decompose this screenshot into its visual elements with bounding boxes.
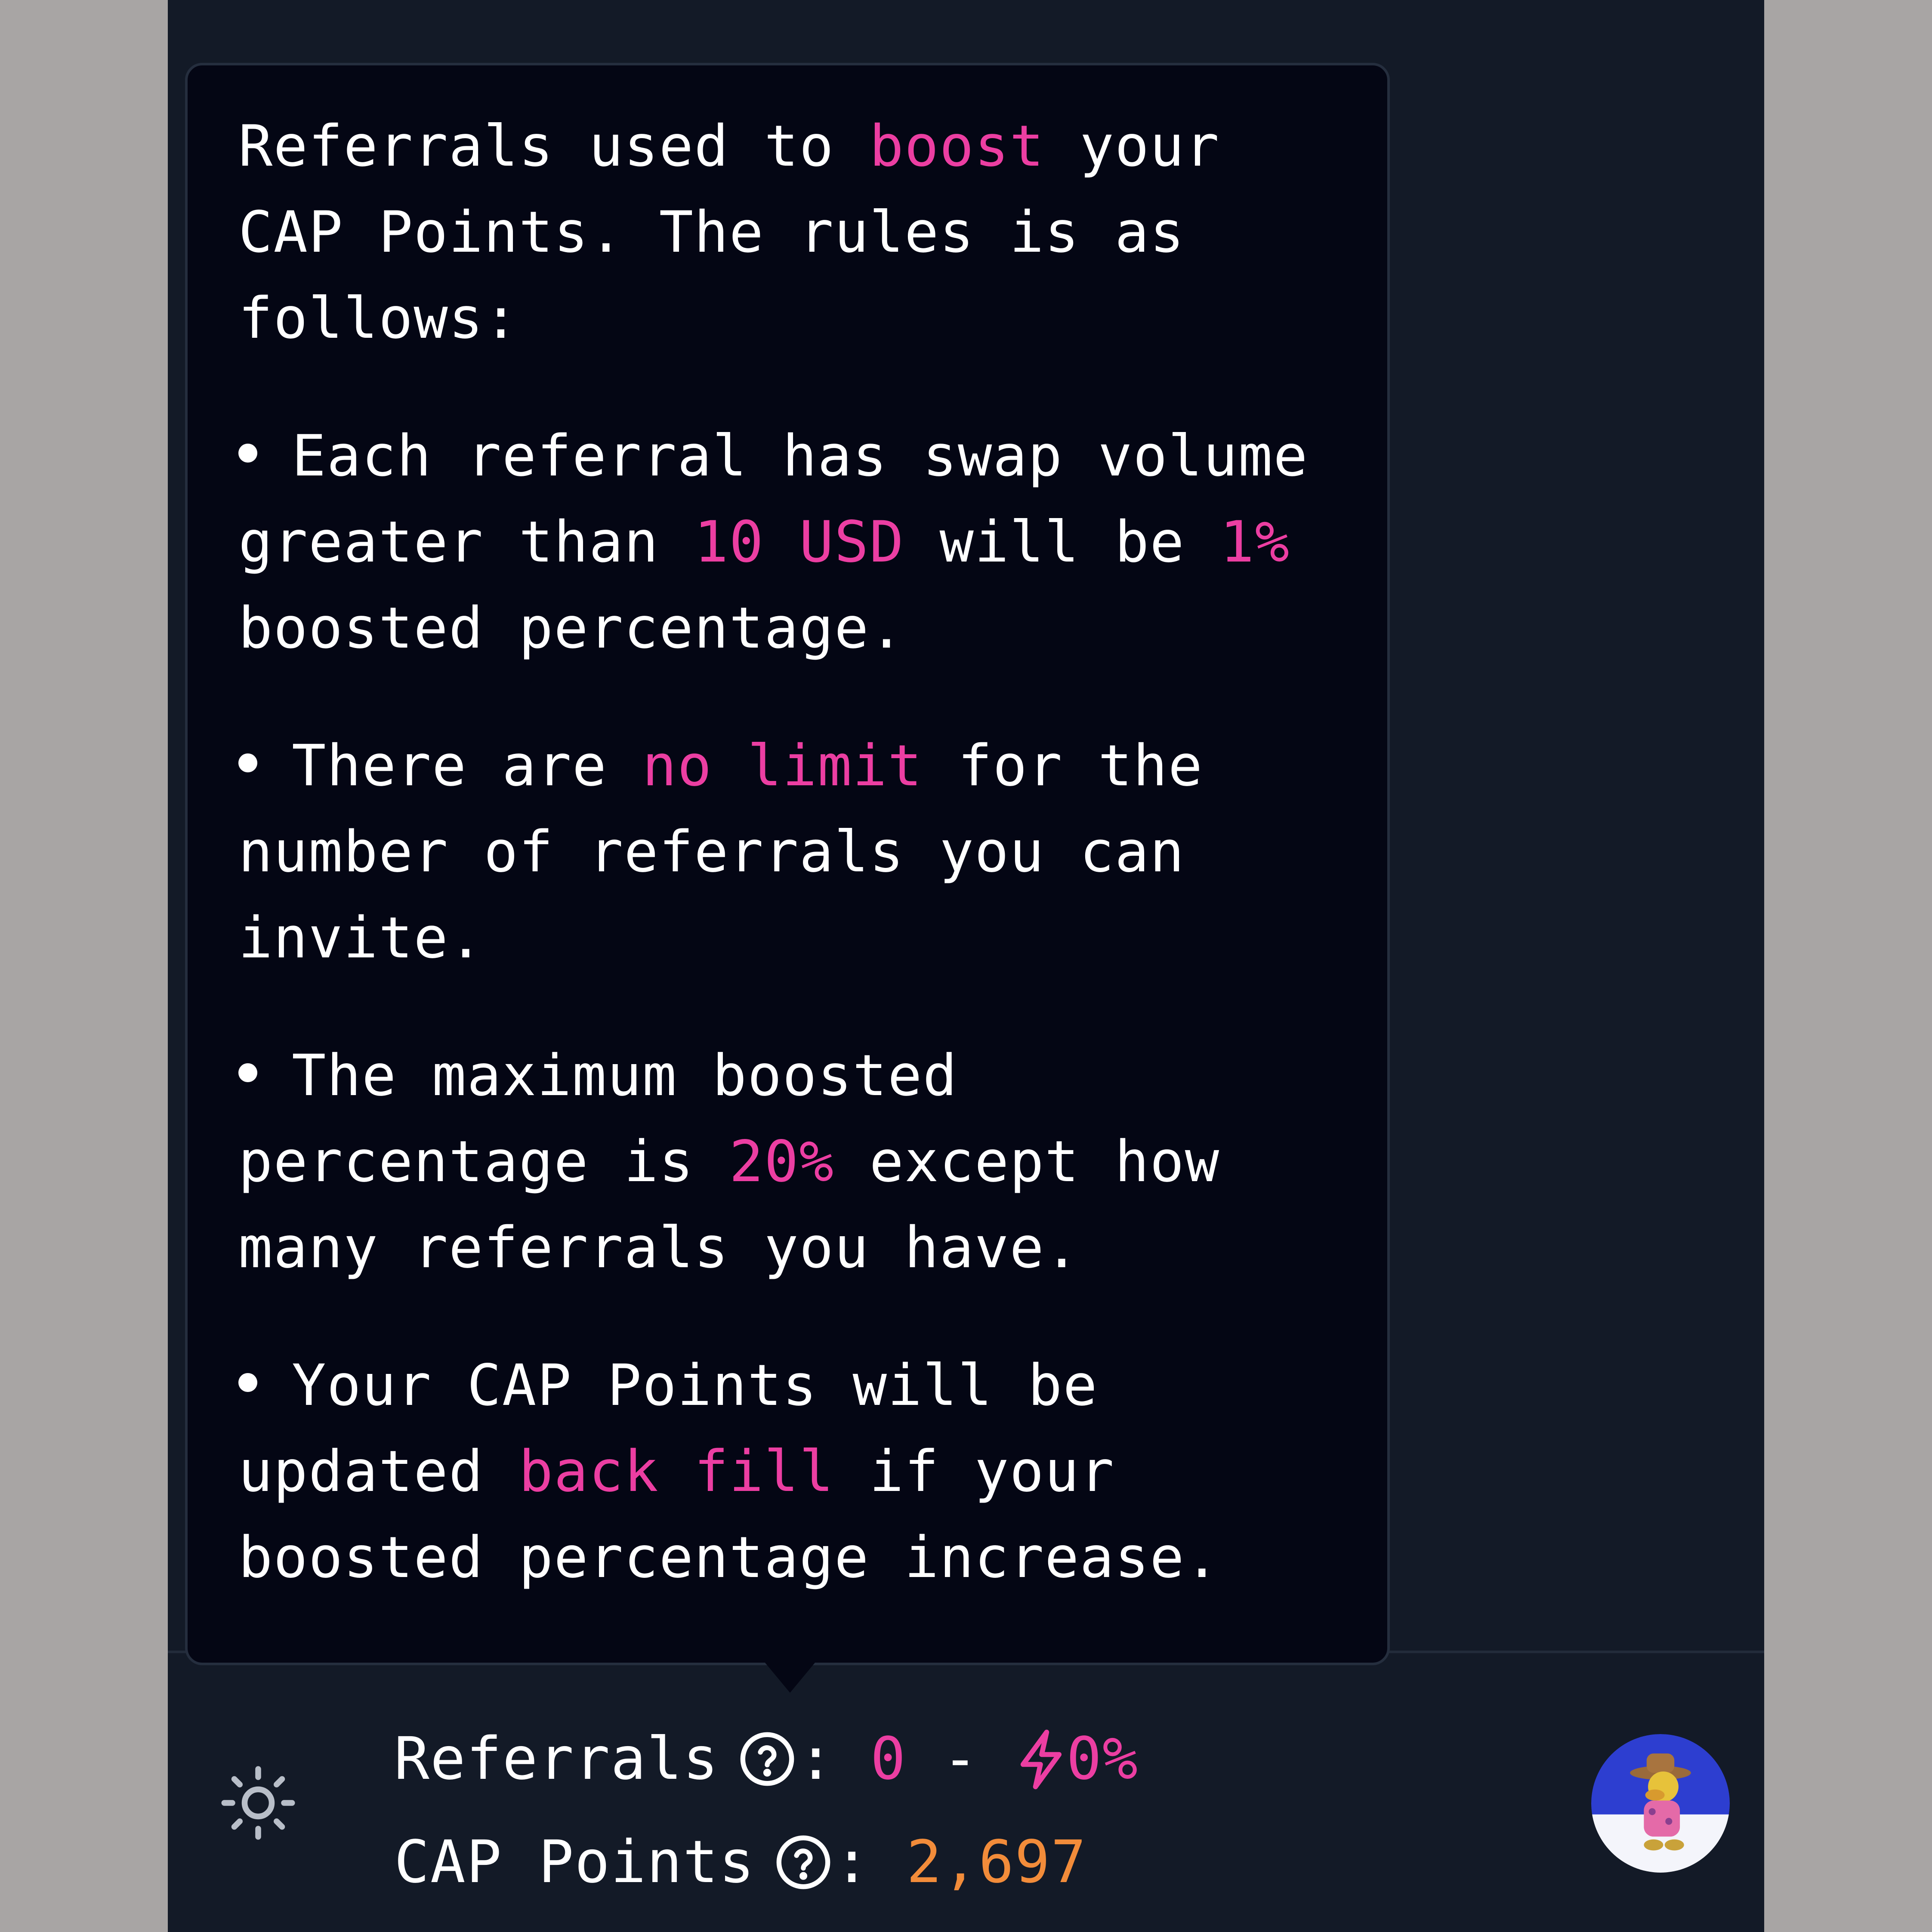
- referral-rules-tooltip: Referrals used to boost your CAP Points.…: [185, 63, 1390, 1665]
- rule-item: Each referral has swap volume greater th…: [238, 423, 1309, 661]
- user-avatar[interactable]: [1591, 1734, 1730, 1873]
- bullet-icon: [238, 753, 257, 772]
- rules-list: Each referral has swap volume greater th…: [238, 413, 1336, 1601]
- rule-item: There are no limit for the number of ref…: [238, 733, 1204, 971]
- bullet-icon: [238, 1063, 257, 1082]
- intro-highlight: boost: [869, 113, 1045, 179]
- referrals-row: Referrals: 0 - 0%: [394, 1725, 1139, 1793]
- referrals-label: Referrals: [394, 1725, 719, 1793]
- cap-points-row: CAP Points: 2,697: [394, 1828, 1087, 1896]
- boost-percentage: 0%: [1066, 1725, 1139, 1793]
- question-circle-icon[interactable]: [774, 1833, 833, 1892]
- tooltip-intro: Referrals used to boost your CAP Points.…: [238, 113, 1220, 352]
- lightning-bolt-icon: [1021, 1729, 1062, 1790]
- cap-points-value: 2,697: [906, 1828, 1087, 1896]
- rule-item: The maximum boosted percentage is 20% ex…: [238, 1043, 1220, 1281]
- bullet-icon: [238, 1373, 257, 1392]
- cap-points-label: CAP Points: [394, 1828, 755, 1896]
- bullet-icon: [238, 444, 257, 463]
- rule-item: Your CAP Points will be updated back fil…: [238, 1352, 1220, 1591]
- referrals-count: 0: [870, 1725, 907, 1793]
- stats-panel: Referrals: 0 - 0% CAP Points: 2,697: [394, 1707, 1139, 1914]
- question-circle-icon[interactable]: [738, 1730, 796, 1788]
- tooltip-arrow: [756, 1652, 824, 1693]
- sun-icon[interactable]: [219, 1764, 297, 1842]
